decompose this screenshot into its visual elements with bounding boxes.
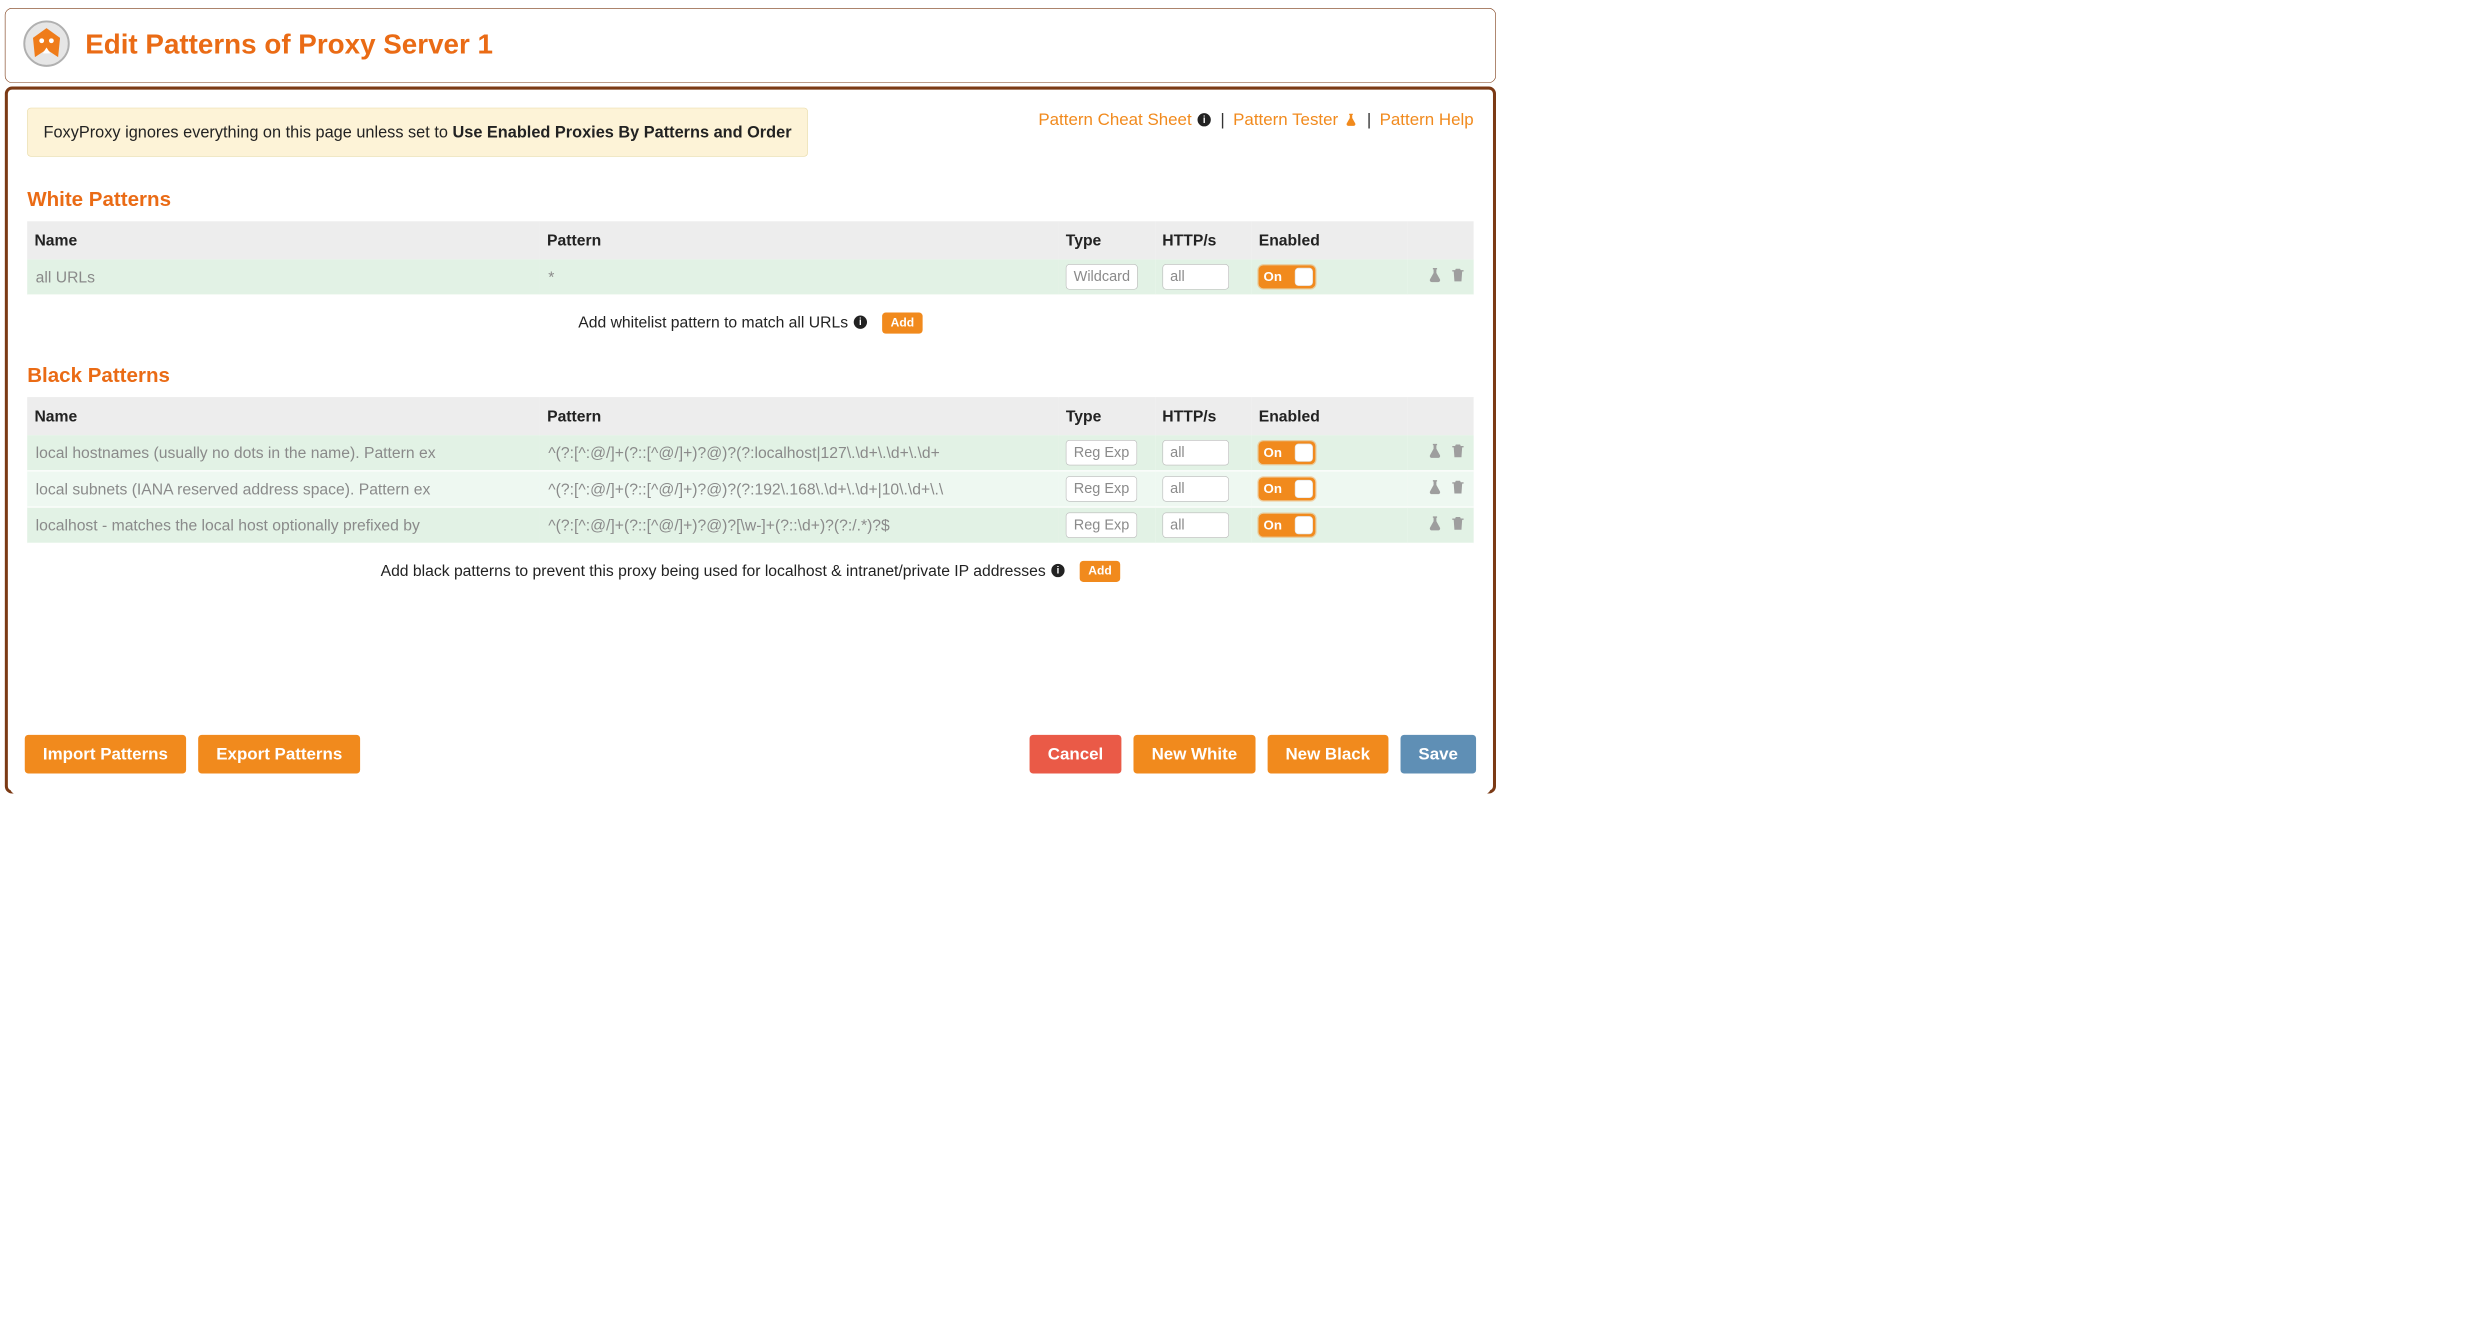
col-name: Name (27, 397, 540, 435)
white-patterns-table: Name Pattern Type HTTP/s Enabled Wildcar… (27, 221, 1473, 295)
svg-text:i: i (859, 317, 862, 328)
pattern-name-input[interactable] (34, 477, 532, 501)
test-pattern-icon[interactable] (1427, 478, 1444, 499)
enabled-toggle[interactable]: On (1259, 441, 1316, 464)
warning-text-bold: Use Enabled Proxies By Patterns and Orde… (452, 123, 791, 141)
test-pattern-icon[interactable] (1427, 515, 1444, 536)
col-name: Name (27, 221, 540, 259)
cancel-button[interactable]: Cancel (1030, 735, 1122, 774)
pattern-help-link[interactable]: Pattern Help (1380, 110, 1474, 129)
table-row: Reg Exp all On (27, 507, 1473, 543)
pattern-value-input[interactable] (547, 513, 1051, 537)
svg-text:i: i (1203, 115, 1206, 126)
page-header: Edit Patterns of Proxy Server 1 (5, 8, 1496, 83)
delete-pattern-icon[interactable] (1449, 478, 1466, 499)
black-hint-text: Add black patterns to prevent this proxy… (381, 561, 1046, 579)
add-black-pattern-button[interactable]: Add (1080, 561, 1120, 582)
white-hint-line: Add whitelist pattern to match all URLs … (10, 296, 1490, 340)
enabled-toggle[interactable]: On (1259, 477, 1316, 500)
flask-icon (1343, 112, 1359, 128)
white-patterns-heading: White Patterns (27, 188, 1490, 212)
col-enabled: Enabled (1251, 397, 1407, 435)
col-actions (1407, 397, 1473, 435)
table-row: Reg Exp all On (27, 435, 1473, 471)
toggle-label: On (1264, 269, 1282, 285)
black-patterns-heading: Black Patterns (27, 364, 1490, 388)
toggle-knob (1295, 268, 1313, 286)
app-logo-icon (22, 19, 70, 67)
table-row: Wildcard all On (27, 259, 1473, 295)
add-white-pattern-button[interactable]: Add (882, 313, 922, 334)
toggle-label: On (1264, 517, 1282, 533)
pattern-type-select[interactable]: Reg Exp (1066, 513, 1137, 538)
table-row: Reg Exp all On (27, 471, 1473, 507)
col-enabled: Enabled (1251, 221, 1407, 259)
delete-pattern-icon[interactable] (1449, 442, 1466, 463)
page-title: Edit Patterns of Proxy Server 1 (85, 27, 493, 60)
info-icon: i (1050, 563, 1066, 579)
import-patterns-button[interactable]: Import Patterns (25, 735, 186, 774)
white-hint-text: Add whitelist pattern to match all URLs (578, 313, 848, 331)
pattern-name-input[interactable] (34, 265, 532, 289)
delete-pattern-icon[interactable] (1449, 515, 1466, 536)
test-pattern-icon[interactable] (1427, 266, 1444, 287)
pattern-cheat-sheet-link[interactable]: Pattern Cheat Sheet (1038, 110, 1191, 129)
col-https: HTTP/s (1155, 397, 1251, 435)
toggle-label: On (1264, 481, 1282, 497)
pattern-type-select[interactable]: Reg Exp (1066, 476, 1137, 501)
pattern-value-input[interactable] (547, 265, 1051, 289)
new-white-button[interactable]: New White (1133, 735, 1255, 774)
pattern-name-input[interactable] (34, 441, 532, 465)
pattern-value-input[interactable] (547, 441, 1051, 465)
warning-notice: FoxyProxy ignores everything on this pag… (27, 108, 808, 157)
pattern-value-input[interactable] (547, 477, 1051, 501)
toggle-label: On (1264, 445, 1282, 461)
col-type: Type (1059, 397, 1155, 435)
col-https: HTTP/s (1155, 221, 1251, 259)
pattern-https-select[interactable]: all (1162, 264, 1228, 289)
pattern-tester-link[interactable]: Pattern Tester (1233, 110, 1338, 129)
info-icon: i (852, 314, 868, 330)
pattern-https-select[interactable]: all (1162, 476, 1228, 501)
export-patterns-button[interactable]: Export Patterns (198, 735, 360, 774)
black-hint-line: Add black patterns to prevent this proxy… (10, 544, 1490, 588)
enabled-toggle[interactable]: On (1259, 514, 1316, 537)
new-black-button[interactable]: New Black (1267, 735, 1388, 774)
pattern-type-select[interactable]: Wildcard (1066, 264, 1138, 289)
pattern-name-input[interactable] (34, 513, 532, 537)
save-button[interactable]: Save (1400, 735, 1476, 774)
svg-text:i: i (1057, 566, 1060, 577)
pattern-type-select[interactable]: Reg Exp (1066, 440, 1137, 465)
pattern-https-select[interactable]: all (1162, 513, 1228, 538)
test-pattern-icon[interactable] (1427, 442, 1444, 463)
pattern-https-select[interactable]: all (1162, 440, 1228, 465)
col-pattern: Pattern (540, 397, 1059, 435)
col-actions (1407, 221, 1473, 259)
col-type: Type (1059, 221, 1156, 259)
help-links: Pattern Cheat Sheet i | Pattern Tester |… (1038, 108, 1473, 130)
enabled-toggle[interactable]: On (1259, 265, 1316, 288)
black-patterns-table: Name Pattern Type HTTP/s Enabled Reg Exp… (27, 397, 1473, 544)
col-pattern: Pattern (540, 221, 1059, 259)
delete-pattern-icon[interactable] (1449, 266, 1466, 287)
warning-text-prefix: FoxyProxy ignores everything on this pag… (44, 123, 453, 141)
info-icon: i (1196, 112, 1212, 128)
